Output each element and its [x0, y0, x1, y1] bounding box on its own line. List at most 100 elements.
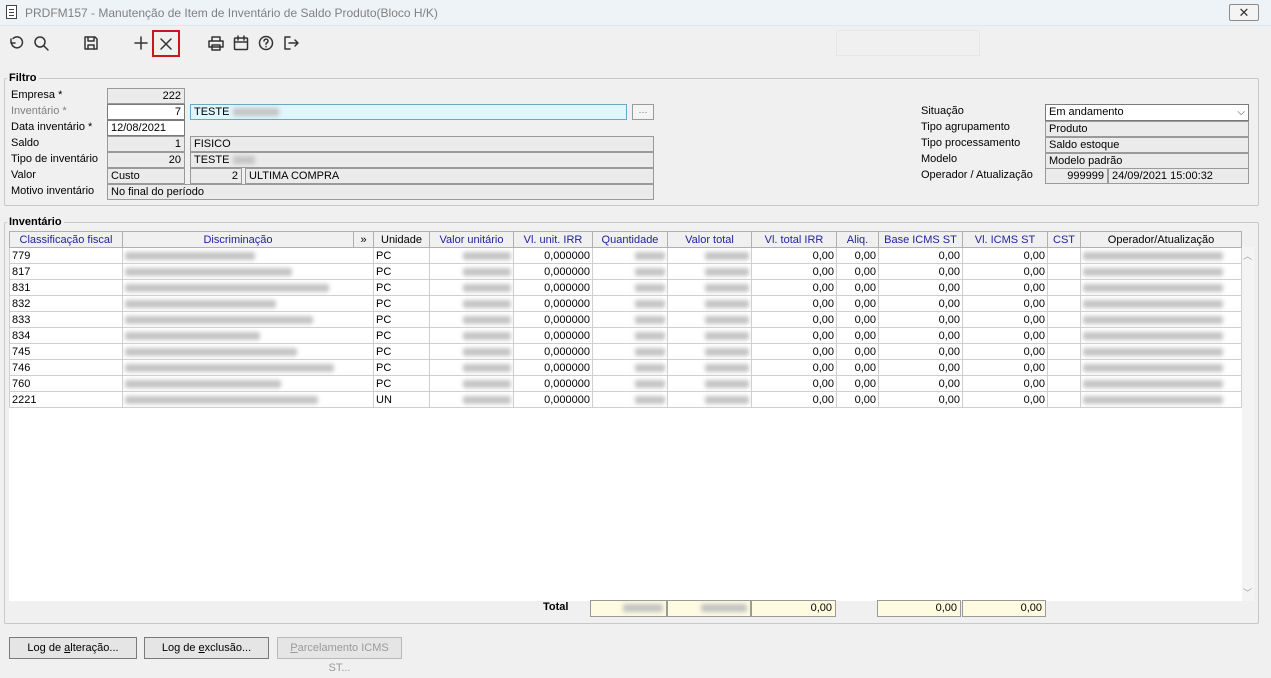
col-operador-atualizacao[interactable]: Operador/Atualização — [1080, 231, 1242, 248]
cell-vl-total-irr[interactable]: 0,00 — [751, 295, 837, 312]
cell-classificacao-fiscal[interactable]: 817 — [9, 263, 123, 280]
search-icon[interactable] — [28, 30, 54, 56]
table-row[interactable]: 760 PC 0,000000 0,00 0,00 0,00 0,00 — [9, 375, 1242, 392]
add-icon[interactable] — [128, 30, 154, 56]
cell-quantidade[interactable] — [592, 311, 668, 328]
cell-quantidade[interactable] — [592, 263, 668, 280]
cell-operador-atualizacao[interactable] — [1080, 359, 1242, 376]
cell-discriminacao[interactable] — [122, 263, 374, 280]
table-row[interactable]: 831 PC 0,000000 0,00 0,00 0,00 0,00 — [9, 279, 1242, 296]
cell-vl-total-irr[interactable]: 0,00 — [751, 375, 837, 392]
cell-operador-atualizacao[interactable] — [1080, 391, 1242, 408]
cell-aliq[interactable]: 0,00 — [836, 391, 879, 408]
cell-vl-unit-irr[interactable]: 0,000000 — [513, 247, 593, 264]
cell-quantidade[interactable] — [592, 295, 668, 312]
saldo-code-field[interactable]: 1 — [107, 136, 185, 152]
cell-discriminacao[interactable] — [122, 279, 374, 296]
cell-classificacao-fiscal[interactable]: 760 — [9, 375, 123, 392]
cell-valor-total[interactable] — [667, 343, 752, 360]
cell-classificacao-fiscal[interactable]: 831 — [9, 279, 123, 296]
cell-vl-unit-irr[interactable]: 0,000000 — [513, 391, 593, 408]
cell-unidade[interactable]: PC — [373, 359, 430, 376]
cell-cst[interactable] — [1047, 263, 1081, 280]
cell-discriminacao[interactable] — [122, 311, 374, 328]
cell-classificacao-fiscal[interactable]: 833 — [9, 311, 123, 328]
cell-discriminacao[interactable] — [122, 295, 374, 312]
cell-base-icms-st[interactable]: 0,00 — [878, 279, 963, 296]
cell-aliq[interactable]: 0,00 — [836, 327, 879, 344]
cell-cst[interactable] — [1047, 295, 1081, 312]
cell-operador-atualizacao[interactable] — [1080, 247, 1242, 264]
scroll-up-icon[interactable]: ︿ — [1243, 249, 1252, 262]
cell-vl-unit-irr[interactable]: 0,000000 — [513, 279, 593, 296]
valor-field[interactable]: Custo — [107, 168, 185, 184]
table-row[interactable]: 834 PC 0,000000 0,00 0,00 0,00 0,00 — [9, 327, 1242, 344]
cell-unidade[interactable]: PC — [373, 295, 430, 312]
cell-operador-atualizacao[interactable] — [1080, 295, 1242, 312]
table-row[interactable]: 833 PC 0,000000 0,00 0,00 0,00 0,00 — [9, 311, 1242, 328]
cell-valor-unitario[interactable] — [429, 295, 514, 312]
table-row[interactable]: 746 PC 0,000000 0,00 0,00 0,00 0,00 — [9, 359, 1242, 376]
cell-classificacao-fiscal[interactable]: 832 — [9, 295, 123, 312]
cell-valor-unitario[interactable] — [429, 343, 514, 360]
cell-vl-unit-irr[interactable]: 0,000000 — [513, 343, 593, 360]
cell-vl-icms-st[interactable]: 0,00 — [962, 263, 1048, 280]
cell-vl-total-irr[interactable]: 0,00 — [751, 359, 837, 376]
cell-valor-total[interactable] — [667, 375, 752, 392]
cell-vl-icms-st[interactable]: 0,00 — [962, 343, 1048, 360]
cell-base-icms-st[interactable]: 0,00 — [878, 311, 963, 328]
table-row[interactable]: 779 PC 0,000000 0,00 0,00 0,00 0,00 — [9, 247, 1242, 264]
col-aliq[interactable]: Aliq. — [836, 231, 879, 248]
cell-valor-total[interactable] — [667, 391, 752, 408]
log-alteracao-button[interactable]: Log de alteração... — [9, 637, 137, 659]
cell-vl-icms-st[interactable]: 0,00 — [962, 295, 1048, 312]
parcelamento-icms-st-button[interactable]: Parcelamento ICMS ST... — [277, 637, 402, 674]
cell-aliq[interactable]: 0,00 — [836, 263, 879, 280]
cell-classificacao-fiscal[interactable]: 746 — [9, 359, 123, 376]
cell-valor-unitario[interactable] — [429, 311, 514, 328]
cell-vl-icms-st[interactable]: 0,00 — [962, 311, 1048, 328]
table-row[interactable]: 2221 UN 0,000000 0,00 0,00 0,00 0,00 — [9, 391, 1242, 408]
cell-vl-unit-irr[interactable]: 0,000000 — [513, 375, 593, 392]
cell-unidade[interactable]: PC — [373, 263, 430, 280]
cell-discriminacao[interactable] — [122, 247, 374, 264]
cell-vl-icms-st[interactable]: 0,00 — [962, 247, 1048, 264]
cell-vl-unit-irr[interactable]: 0,000000 — [513, 295, 593, 312]
cell-classificacao-fiscal[interactable]: 2221 — [9, 391, 123, 408]
cell-vl-unit-irr[interactable]: 0,000000 — [513, 359, 593, 376]
expand-columns-button[interactable]: » — [353, 231, 374, 248]
cell-base-icms-st[interactable]: 0,00 — [878, 343, 963, 360]
cell-base-icms-st[interactable]: 0,00 — [878, 327, 963, 344]
col-vl-icms-st[interactable]: Vl. ICMS ST — [962, 231, 1048, 248]
col-unidade[interactable]: Unidade — [373, 231, 430, 248]
cell-valor-unitario[interactable] — [429, 327, 514, 344]
cell-unidade[interactable]: PC — [373, 343, 430, 360]
cell-quantidade[interactable] — [592, 359, 668, 376]
cell-aliq[interactable]: 0,00 — [836, 295, 879, 312]
cell-cst[interactable] — [1047, 327, 1081, 344]
cell-aliq[interactable]: 0,00 — [836, 279, 879, 296]
cell-vl-total-irr[interactable]: 0,00 — [751, 311, 837, 328]
inventario-desc-field[interactable]: TESTE — [190, 104, 627, 120]
cell-unidade[interactable]: PC — [373, 327, 430, 344]
undo-icon[interactable] — [3, 30, 29, 56]
cell-valor-total[interactable] — [667, 279, 752, 296]
motivo-field[interactable]: No final do período — [107, 184, 654, 200]
col-discriminacao[interactable]: Discriminação — [122, 231, 354, 248]
cell-cst[interactable] — [1047, 343, 1081, 360]
cell-aliq[interactable]: 0,00 — [836, 359, 879, 376]
cell-quantidade[interactable] — [592, 391, 668, 408]
print-icon[interactable] — [203, 30, 229, 56]
cell-valor-unitario[interactable] — [429, 247, 514, 264]
cell-cst[interactable] — [1047, 359, 1081, 376]
close-button[interactable]: ✕ — [1229, 4, 1259, 21]
cell-base-icms-st[interactable]: 0,00 — [878, 263, 963, 280]
situacao-select[interactable]: Em andamento ⌵ — [1045, 104, 1249, 121]
cell-operador-atualizacao[interactable] — [1080, 311, 1242, 328]
cell-discriminacao[interactable] — [122, 375, 374, 392]
cell-classificacao-fiscal[interactable]: 779 — [9, 247, 123, 264]
cell-valor-total[interactable] — [667, 295, 752, 312]
cell-aliq[interactable]: 0,00 — [836, 375, 879, 392]
cell-operador-atualizacao[interactable] — [1080, 263, 1242, 280]
cell-valor-unitario[interactable] — [429, 279, 514, 296]
